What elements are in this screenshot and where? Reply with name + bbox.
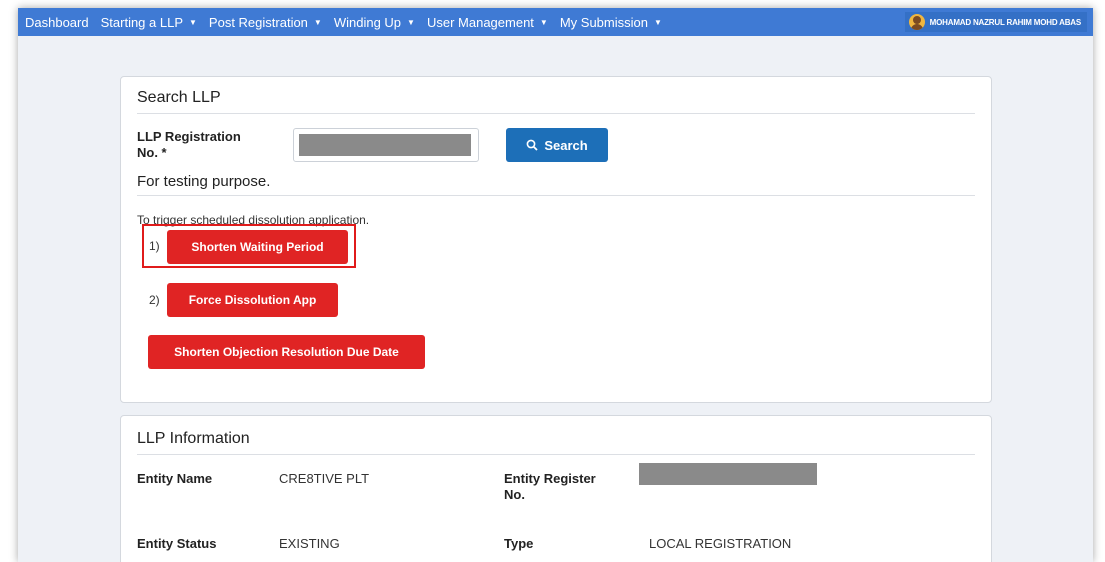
llp-information-panel: LLP Information Entity Name CRE8TIVE PLT… bbox=[120, 415, 992, 562]
user-menu[interactable]: MOHAMAD NAZRUL RAHIM MOHD ABAS bbox=[904, 12, 1087, 32]
nav-my-submission[interactable]: My Submission ▼ bbox=[553, 15, 662, 30]
search-button[interactable]: Search bbox=[506, 128, 608, 162]
divider bbox=[137, 195, 975, 196]
caret-down-icon: ▼ bbox=[539, 17, 548, 27]
nav-label: Post Registration bbox=[208, 14, 308, 30]
nav-label: Winding Up bbox=[333, 14, 402, 30]
app-window: Dashboard Starting a LLP ▼ Post Registra… bbox=[18, 8, 1093, 562]
entity-status-value: EXISTING bbox=[279, 536, 340, 551]
divider bbox=[137, 113, 975, 114]
caret-down-icon: ▼ bbox=[313, 17, 322, 27]
caret-down-icon: ▼ bbox=[189, 17, 197, 27]
nav-label: Dashboard bbox=[25, 14, 89, 30]
step-number: 2) bbox=[149, 293, 160, 307]
registration-number-label: LLP Registration No. * bbox=[137, 129, 241, 161]
nav-label: User Management bbox=[426, 14, 534, 30]
entity-name-label: Entity Name bbox=[137, 471, 213, 486]
type-label: Type bbox=[504, 536, 534, 551]
registration-number-input[interactable] bbox=[293, 128, 479, 162]
label-line: Entity Register bbox=[504, 471, 596, 486]
search-button-label: Search bbox=[544, 137, 588, 153]
panel-title: LLP Information bbox=[137, 430, 250, 447]
shorten-objection-resolution-button[interactable]: Shorten Objection Resolution Due Date bbox=[148, 335, 425, 369]
testing-heading: For testing purpose. bbox=[137, 173, 271, 190]
nav-label: Starting a LLP bbox=[100, 14, 183, 30]
nav-post-registration[interactable]: Post Registration ▼ bbox=[202, 15, 322, 30]
force-dissolution-app-button[interactable]: Force Dissolution App bbox=[167, 283, 338, 317]
redacted-value bbox=[639, 463, 817, 485]
entity-name-value: CRE8TIVE PLT bbox=[279, 471, 370, 486]
label-line: No. bbox=[504, 487, 525, 502]
caret-down-icon: ▼ bbox=[653, 17, 662, 27]
entity-register-label: Entity Register No. bbox=[504, 471, 596, 503]
search-icon bbox=[526, 139, 538, 151]
redacted-value bbox=[299, 134, 471, 156]
divider bbox=[137, 454, 975, 455]
nav-starting-llp[interactable]: Starting a LLP ▼ bbox=[94, 15, 197, 30]
avatar bbox=[908, 14, 925, 30]
search-llp-panel: Search LLP LLP Registration No. * Search… bbox=[120, 76, 992, 403]
nav-user-management[interactable]: User Management ▼ bbox=[420, 15, 548, 30]
panel-title: Search LLP bbox=[137, 89, 221, 106]
caret-down-icon: ▼ bbox=[407, 17, 415, 27]
nav-dashboard[interactable]: Dashboard bbox=[18, 15, 89, 30]
top-navigation-bar: Dashboard Starting a LLP ▼ Post Registra… bbox=[18, 8, 1093, 36]
label-line: LLP Registration bbox=[137, 129, 241, 144]
label-line: No. * bbox=[137, 145, 167, 160]
nav-label: My Submission bbox=[559, 14, 648, 30]
user-name: MOHAMAD NAZRUL RAHIM MOHD ABAS bbox=[929, 17, 1082, 27]
nav-winding-up[interactable]: Winding Up ▼ bbox=[327, 15, 415, 30]
type-value: LOCAL REGISTRATION bbox=[649, 536, 792, 551]
highlight-box bbox=[142, 224, 356, 268]
entity-status-label: Entity Status bbox=[137, 536, 217, 551]
